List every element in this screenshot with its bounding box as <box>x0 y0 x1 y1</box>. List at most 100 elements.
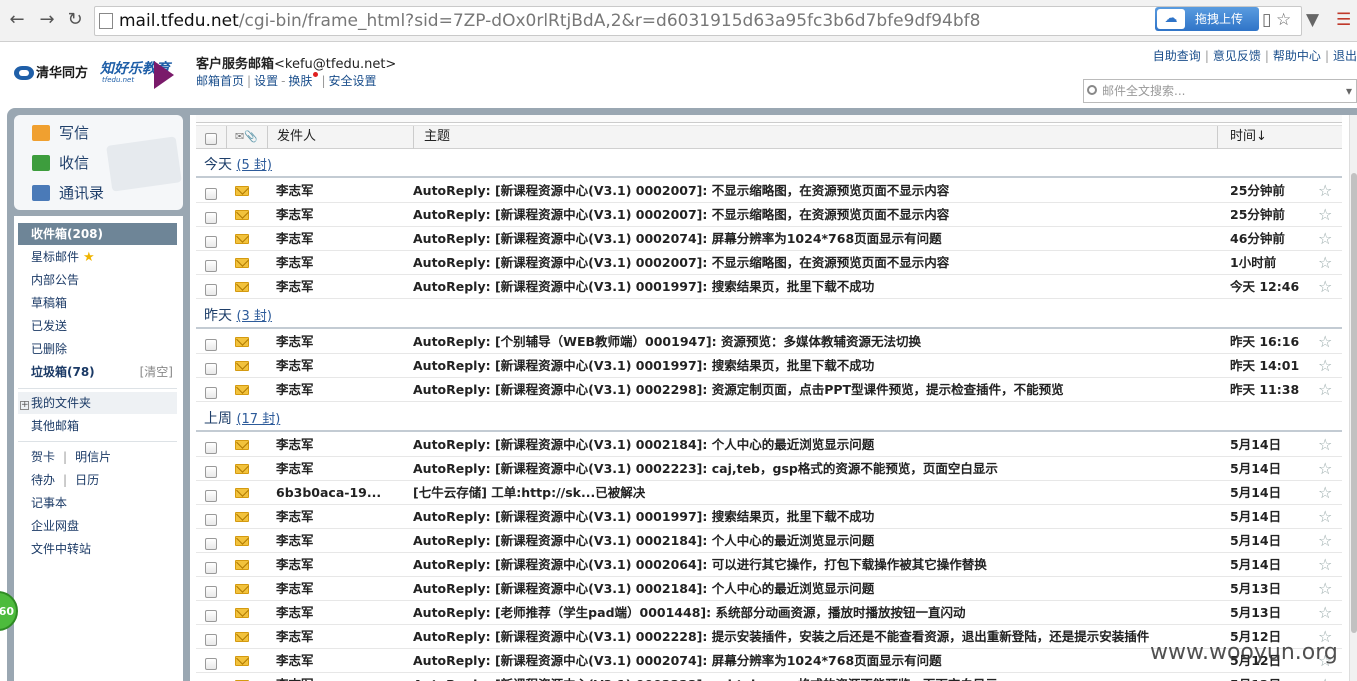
mail-from[interactable]: 李志军 <box>276 251 404 274</box>
folder-deleted[interactable]: 已删除 <box>18 338 177 360</box>
mail-from[interactable]: 李志军 <box>276 275 404 298</box>
star-icon[interactable]: ☆ <box>1318 529 1332 552</box>
mail-from[interactable]: 李志军 <box>276 354 404 377</box>
mail-row[interactable]: 李志军 AutoReply: [新课程资源中心(V3.1) 0002184]: 个… <box>196 577 1342 601</box>
menu-icon[interactable]: ☰ <box>1336 10 1351 30</box>
mail-row[interactable]: 李志军 AutoReply: [新课程资源中心(V3.1) 0001997]: 搜… <box>196 354 1342 378</box>
bookmark-star-icon[interactable]: ☆ <box>1276 10 1291 30</box>
mail-subject[interactable]: [七牛云存储] 工单:http://sk...已被解决 <box>413 481 1357 504</box>
mail-from[interactable]: 6b3b0aca-19... <box>276 481 404 504</box>
mail-from[interactable]: 李志军 <box>276 673 404 681</box>
link-notes[interactable]: 记事本 <box>18 492 177 514</box>
link-file-transfer[interactable]: 文件中转站 <box>18 538 177 560</box>
mail-subject[interactable]: AutoReply: [新课程资源中心(V3.1) 0002298]: 资源定制… <box>413 378 1357 401</box>
mail-row[interactable]: 6b3b0aca-19... [七牛云存储] 工单:http://sk...已被解… <box>196 481 1342 505</box>
star-icon[interactable]: ☆ <box>1318 457 1332 480</box>
star-icon[interactable]: ☆ <box>1318 505 1332 528</box>
mail-subject[interactable]: AutoReply: [新课程资源中心(V3.1) 0002184]: 个人中心… <box>413 433 1357 456</box>
col-from[interactable]: 发件人 <box>267 126 413 149</box>
link-logout[interactable]: 退出 <box>1333 49 1357 63</box>
folder-inbox[interactable]: 收件箱(208) <box>18 223 177 245</box>
star-icon[interactable]: ☆ <box>1318 330 1332 353</box>
mail-subject[interactable]: AutoReply: [新课程资源中心(V3.1) 0002007]: 不显示缩… <box>413 203 1357 226</box>
star-icon[interactable]: ☆ <box>1318 577 1332 600</box>
mail-row[interactable]: 李志军 AutoReply: [新课程资源中心(V3.1) 0001997]: 搜… <box>196 505 1342 529</box>
mail-from[interactable]: 李志军 <box>276 330 404 353</box>
clear-spam-link[interactable]: [清空] <box>140 361 173 383</box>
mail-row[interactable]: 李志军 AutoReply: [新课程资源中心(V3.1) 0002184]: 个… <box>196 529 1342 553</box>
mail-row[interactable]: 李志军 AutoReply: [新课程资源中心(V3.1) 0001997]: 搜… <box>196 275 1342 299</box>
group-header[interactable]: 今天 (5 封) <box>204 154 272 174</box>
link-todo[interactable]: 待办 <box>31 473 55 487</box>
link-skin[interactable]: 换肤 <box>288 74 312 88</box>
row-checkbox[interactable] <box>205 280 217 303</box>
star-icon[interactable]: ☆ <box>1318 378 1332 401</box>
mail-from[interactable]: 李志军 <box>276 577 404 600</box>
compose-button[interactable]: 写信 <box>32 122 89 146</box>
drag-upload-button[interactable]: ☁ 拖拽上传 <box>1155 7 1259 31</box>
mail-from[interactable]: 李志军 <box>276 553 404 576</box>
mail-row[interactable]: 李志军AutoReply: [新课程资源中心(V3.1) 0002223]: c… <box>196 457 1342 481</box>
mail-subject[interactable]: AutoReply: [老师推荐（学生pad端）0001448]: 系统部分动画… <box>413 601 1357 624</box>
mail-from[interactable]: 李志军 <box>276 625 404 648</box>
folder-announcements[interactable]: 内部公告 <box>18 269 177 291</box>
group-header[interactable]: 上周 (17 封) <box>204 408 280 428</box>
mail-from[interactable]: 李志军 <box>276 203 404 226</box>
group-header[interactable]: 昨天 (3 封) <box>204 305 272 325</box>
expand-icon[interactable]: + <box>20 401 29 410</box>
mail-from[interactable]: 李志军 <box>276 649 404 672</box>
address-bar[interactable]: mail.tfedu.net/cgi-bin/frame_html?sid=7Z… <box>94 6 1302 36</box>
folder-spam[interactable]: 垃圾箱(78) [清空] <box>18 361 177 383</box>
mail-subject[interactable]: AutoReply: [新课程资源中心(V3.1) 0002184]: 个人中心… <box>413 529 1357 552</box>
mail-row[interactable]: 李志军 AutoReply: [老师推荐（学生pad端）0001448]: 系统部… <box>196 601 1342 625</box>
mail-row[interactable]: 李志军 AutoReply: [新课程资源中心(V3.1) 0002007]: 不… <box>196 179 1342 203</box>
link-postcards[interactable]: 明信片 <box>75 450 111 464</box>
receive-button[interactable]: 收信 <box>32 152 89 176</box>
chevron-down-icon[interactable]: ▾ <box>1346 80 1352 102</box>
mail-from[interactable]: 李志军 <box>276 457 404 480</box>
phone-icon[interactable]: ▯ <box>1262 10 1271 30</box>
folder-starred[interactable]: 星标邮件 ★ <box>18 246 177 268</box>
link-mail-home[interactable]: 邮箱首页 <box>196 74 244 88</box>
star-icon[interactable]: ☆ <box>1318 203 1332 226</box>
mail-subject[interactable]: AutoReply: [新课程资源中心(V3.1) 0001997]: 搜索结果… <box>413 354 1357 377</box>
mail-subject[interactable]: AutoReply: [新课程资源中心(V3.1) 0002064]: 可以进行… <box>413 553 1357 576</box>
folder-other-mailbox[interactable]: 其他邮箱 <box>18 415 177 437</box>
mail-subject[interactable]: AutoReply: [新课程资源中心(V3.1) 0002007]: 不显示缩… <box>413 251 1357 274</box>
mail-subject[interactable]: AutoReply: [新课程资源中心(V3.1) 0001997]: 搜索结果… <box>413 275 1357 298</box>
link-self-query[interactable]: 自助查询 <box>1153 49 1201 63</box>
row-checkbox[interactable] <box>205 383 217 406</box>
mail-from[interactable]: 李志军 <box>276 179 404 202</box>
mail-row[interactable]: 李志军 AutoReply: [新课程资源中心(V3.1) 0002007]: 不… <box>196 251 1342 275</box>
mail-subject[interactable]: AutoReply: [新课程资源中心(V3.1) 0002223]: caj,… <box>413 673 1357 681</box>
forward-icon[interactable]: → <box>36 9 58 31</box>
link-settings[interactable]: 设置 <box>254 74 278 88</box>
star-icon[interactable]: ☆ <box>1318 601 1332 624</box>
folder-drafts[interactable]: 草稿箱 <box>18 292 177 314</box>
star-icon[interactable]: ☆ <box>1318 179 1332 202</box>
mail-subject[interactable]: AutoReply: [个别辅导（WEB教师端）0001947]: 资源预览：多… <box>413 330 1357 353</box>
mail-from[interactable]: 李志军 <box>276 505 404 528</box>
star-icon[interactable]: ☆ <box>1318 673 1332 681</box>
link-calendar[interactable]: 日历 <box>75 473 99 487</box>
mail-row[interactable]: 李志军 AutoReply: [新课程资源中心(V3.1) 0002184]: 个… <box>196 433 1342 457</box>
star-icon[interactable]: ☆ <box>1318 227 1332 250</box>
star-icon[interactable]: ☆ <box>1318 481 1332 504</box>
mail-row[interactable]: 李志军 AutoReply: [个别辅导（WEB教师端）0001947]: 资源预… <box>196 330 1342 354</box>
mail-subject[interactable]: AutoReply: [新课程资源中心(V3.1) 0002007]: 不显示缩… <box>413 179 1357 202</box>
mail-row[interactable]: 李志军 AutoReply: [新课程资源中心(V3.1) 0002074]: 屏… <box>196 227 1342 251</box>
mail-row[interactable]: 李志军AutoReply: [新课程资源中心(V3.1) 0002223]: c… <box>196 673 1342 681</box>
mail-from[interactable]: 李志军 <box>276 433 404 456</box>
mail-row[interactable]: 李志军 AutoReply: [新课程资源中心(V3.1) 0002064]: 可… <box>196 553 1342 577</box>
envelope-attach-icons[interactable]: ✉📎 <box>226 126 266 149</box>
contacts-button[interactable]: 通讯录 <box>32 182 104 206</box>
reload-icon[interactable]: ↻ <box>64 9 86 31</box>
mail-from[interactable]: 李志军 <box>276 378 404 401</box>
mail-row[interactable]: 李志军 AutoReply: [新课程资源中心(V3.1) 0002298]: 资… <box>196 378 1342 402</box>
mail-subject[interactable]: AutoReply: [新课程资源中心(V3.1) 0002223]: caj,… <box>413 457 1357 480</box>
link-security[interactable]: 安全设置 <box>328 74 376 88</box>
col-subject[interactable]: 主题 <box>413 126 1217 149</box>
mail-row[interactable]: 李志军 AutoReply: [新课程资源中心(V3.1) 0002007]: 不… <box>196 203 1342 227</box>
select-all-checkbox[interactable] <box>205 131 217 154</box>
col-time[interactable]: 时间↓ <box>1217 126 1342 149</box>
